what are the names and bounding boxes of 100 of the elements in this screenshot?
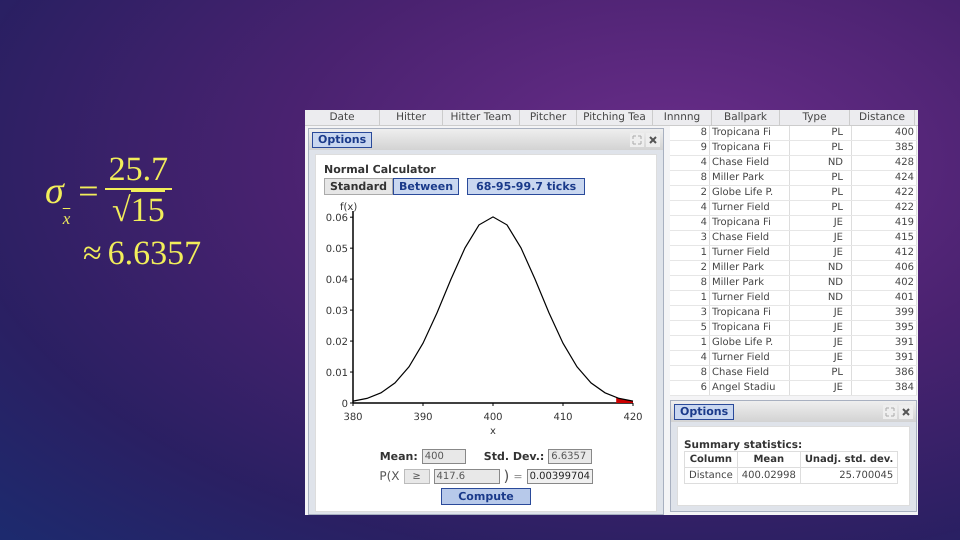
table-cell: 8 [670,276,710,290]
mode-tab[interactable]: Between [393,178,460,195]
table-cell: JE [790,336,852,350]
table-cell: 4 [670,156,710,170]
column-header[interactable]: Hitter [380,110,443,125]
compute-button[interactable]: Compute [441,488,531,505]
radicand: 15 [130,190,165,230]
column-header: Column [684,452,738,468]
table-cell: Turner Field [710,201,790,215]
table-cell: ND [790,276,852,290]
table-cell: 419 [852,216,917,230]
table-cell: JE [790,306,852,320]
table-cell: Chase Field [710,366,790,380]
table-cell: JE [790,231,852,245]
table-cell: Globe Life P. [710,186,790,200]
probability-result-field[interactable]: 0.00399704 [526,468,593,484]
table-cell: Chase Field [710,231,790,245]
y-axis-label: f(x) [340,202,358,213]
column-header[interactable]: Ballpark [712,110,780,125]
y-tick-label: 0.01 [326,368,348,380]
table-cell: PL [790,186,852,200]
table-cell: 424 [852,171,917,185]
mode-tab[interactable]: Standard [324,178,394,195]
table-cell: JE [790,216,852,230]
column-header[interactable]: Distance [850,110,915,125]
table-cell: 8 [670,171,710,185]
table-cell: 4 [670,201,710,215]
table-cell: Turner Field [710,351,790,365]
table-cell: 412 [852,246,917,260]
x-axis-label: x [490,426,496,437]
column-header[interactable]: Date [305,110,380,125]
table-cell: 428 [852,156,917,170]
table-cell: Miller Park [710,261,790,275]
approx-sign: ≈ [83,235,102,274]
sigma-symbol: σ [45,172,64,210]
equals-sign: = [78,172,99,209]
table-cell: 8 [670,366,710,380]
column-header[interactable]: Hitter Team [443,110,520,125]
table-cell: 401 [852,291,917,305]
mean-label: Mean: [380,450,418,463]
table-cell: Miller Park [710,171,790,185]
x-tick-label: 390 [413,412,433,423]
options-button[interactable]: Options [312,132,372,148]
table-cell: Tropicana Fi [710,321,790,335]
table-cell: PL [790,366,852,380]
options-button[interactable]: Options [674,404,734,420]
close-icon[interactable] [646,132,660,146]
table-cell: Globe Life P. [710,336,790,350]
ticks-toggle-button[interactable]: 68-95-99.7 ticks [467,178,586,195]
column-header[interactable]: Pitching Tea [577,110,653,125]
table-cell: JE [790,381,852,395]
table-cell: JE [790,351,852,365]
std-dev-field[interactable]: 6.6357 [548,449,592,464]
column-header[interactable]: Type [780,110,850,125]
table-cell: 1 [670,291,710,305]
table-cell: 384 [852,381,917,395]
table-cell: 4 [670,351,710,365]
x-tick-label: 420 [623,412,643,423]
table-cell: 415 [852,231,917,245]
table-cell: 402 [852,276,917,290]
table-cell: 3 [670,306,710,320]
bound-field[interactable]: 417.6 [434,468,500,484]
table-cell: 2 [670,186,710,200]
table-cell: 400 [852,126,917,140]
numerator: 25.7 [104,152,172,190]
table-cell: 5 [670,321,710,335]
column-header[interactable]: Pitcher [520,110,577,125]
table-cell: 2 [670,261,710,275]
table-cell: Chase Field [710,156,790,170]
table-cell: 406 [852,261,917,275]
table-cell: 386 [852,366,917,380]
table-cell: Angel Stadiu [710,381,790,395]
shaded-tail-area [616,397,633,403]
table-cell: ND [790,291,852,305]
column-header: Unadj. std. dev. [800,452,898,468]
summary-title: Summary statistics: [684,439,802,451]
x-tick-label: 400 [483,412,503,423]
x-tick-label: 380 [343,412,363,423]
table-cell: 395 [852,321,917,335]
table-cell: 422 [852,186,917,200]
table-cell: 3 [670,231,710,245]
formula-result: 6.6357 [108,235,202,274]
table-cell: 1 [670,246,710,260]
table-cell: Distance [684,468,738,484]
y-tick-label: 0.02 [326,337,348,348]
table-cell: 385 [852,141,917,155]
table-cell: 9 [670,141,710,155]
operator-select[interactable]: ≥ [404,468,430,484]
table-cell: 399 [852,306,917,320]
probability-label: P(X [379,469,400,483]
x-tick-label: 410 [553,412,573,423]
close-icon[interactable] [899,404,913,418]
y-tick-label: 0.05 [326,244,348,256]
table-cell: Turner Field [710,291,790,305]
mean-field[interactable]: 400 [422,449,466,464]
table-cell: 400.02998 [737,468,800,484]
table-cell: 25.700045 [800,468,898,484]
table-cell: Turner Field [710,246,790,260]
column-header[interactable]: Innnng [653,110,712,125]
calculator-title: Normal Calculator [324,163,436,176]
